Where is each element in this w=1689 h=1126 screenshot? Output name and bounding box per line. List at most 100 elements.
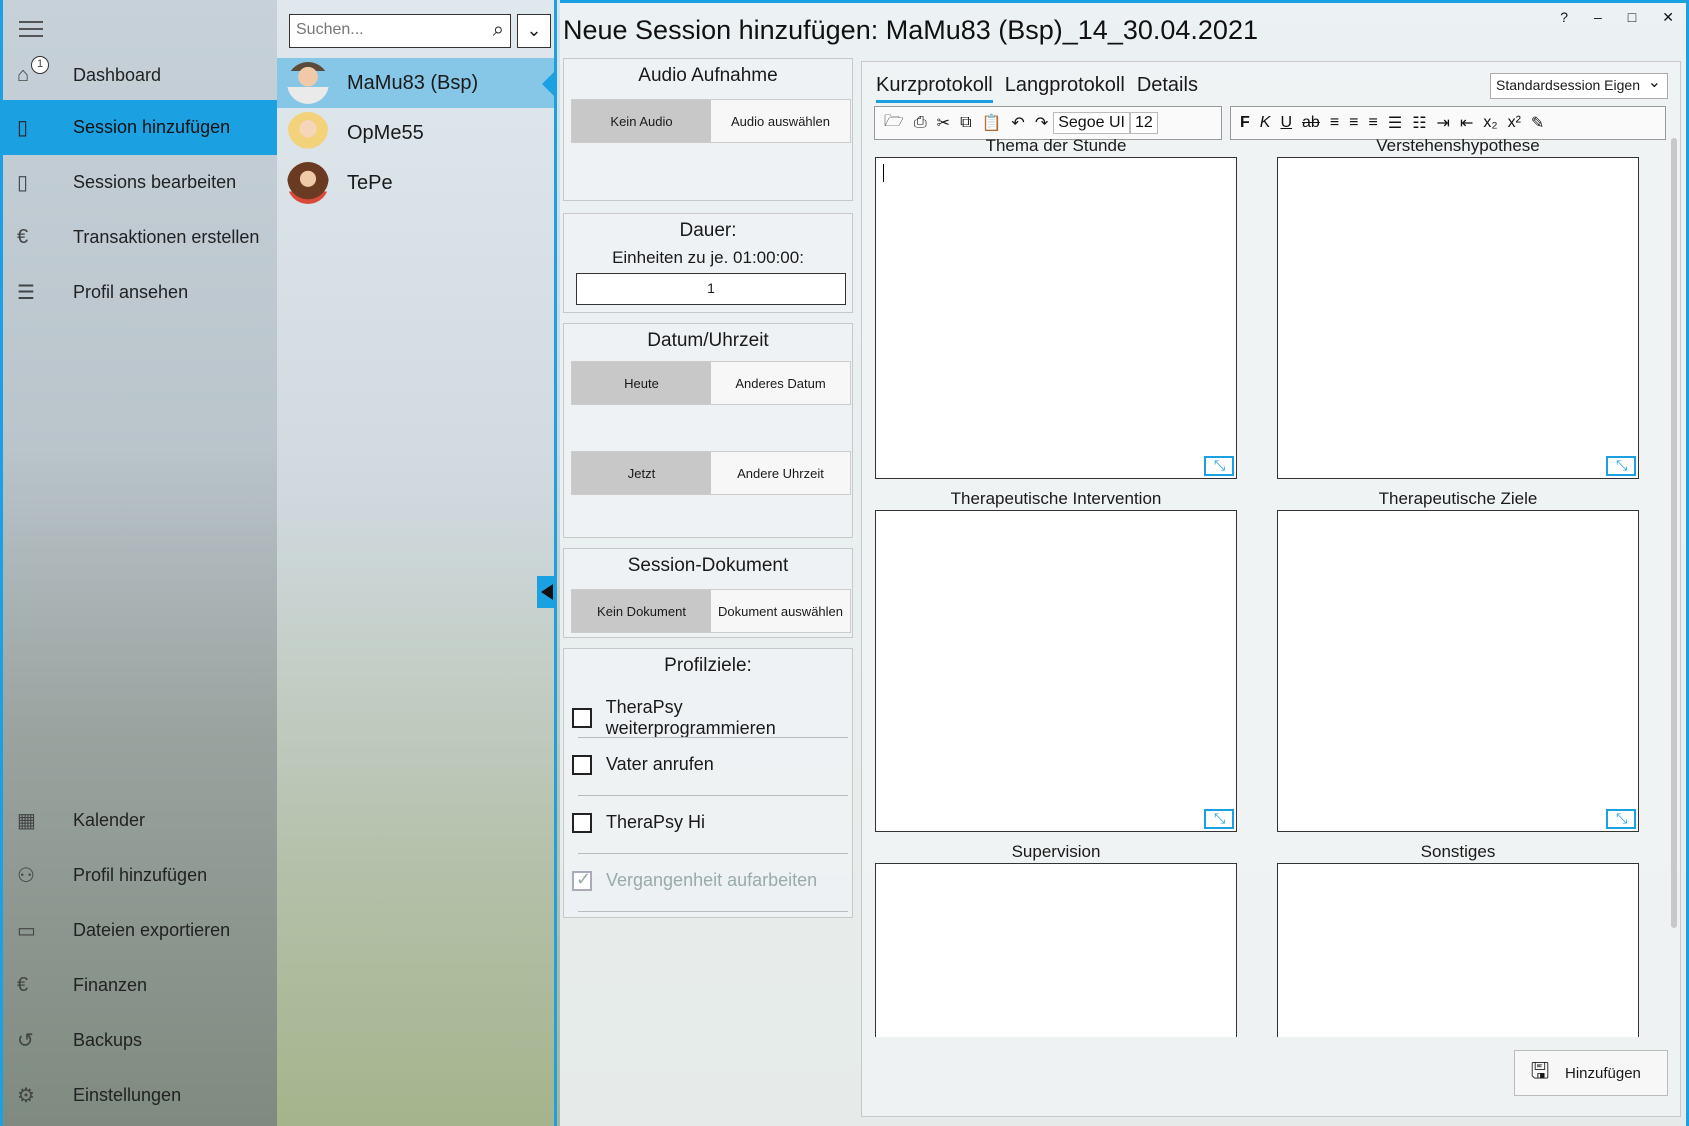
client-list-panel: Suchen... ⌕ ⌄ MaMu83 (Bsp) OpMe55 TePe bbox=[277, 0, 557, 1126]
nav-item-calendar[interactable]: ▦ Kalender bbox=[3, 793, 277, 848]
field-label-sonstiges: Sonstiges bbox=[1420, 842, 1496, 861]
format-toolbar: F K U ab ≡ ≡ ≡ ☰ ☷ ⇥ ⇤ x₂ x² ✎ bbox=[1230, 106, 1666, 140]
other-time-button[interactable]: Andere Uhrzeit bbox=[711, 452, 850, 494]
align-center-icon[interactable]: ≡ bbox=[1344, 114, 1363, 132]
underline-button[interactable]: U bbox=[1275, 114, 1297, 132]
tab-details[interactable]: Details bbox=[1137, 74, 1198, 103]
nav-item-label: Profil ansehen bbox=[73, 282, 189, 302]
select-audio-button[interactable]: Audio auswählen bbox=[711, 100, 850, 142]
client-item-tepe[interactable]: TePe bbox=[277, 158, 554, 208]
print-icon[interactable]: ⎙ bbox=[909, 114, 932, 132]
highlight-icon[interactable]: ✎ bbox=[1526, 113, 1549, 133]
expand-icon[interactable] bbox=[1606, 809, 1636, 829]
person-list-icon: ☰ bbox=[17, 282, 35, 304]
undo-icon[interactable]: ↶ bbox=[1006, 113, 1029, 133]
main-content: Neue Session hinzufügen: MaMu83 (Bsp)_14… bbox=[560, 0, 1689, 1126]
tab-kurzprotokoll[interactable]: Kurzprotokoll bbox=[876, 74, 993, 103]
nav-item-backups[interactable]: ↺ Backups bbox=[3, 1013, 277, 1068]
expand-icon[interactable] bbox=[1606, 456, 1636, 476]
goal-checkbox[interactable]: TheraPsy Hi bbox=[572, 812, 705, 833]
subscript-icon[interactable]: x₂ bbox=[1478, 114, 1502, 132]
audio-panel: Audio Aufnahme Kein Audio Audio auswähle… bbox=[563, 58, 853, 201]
save-icon: 🖫 bbox=[1530, 1058, 1550, 1083]
field-thema[interactable] bbox=[875, 157, 1237, 479]
side-navigation: ⌂ 1 Dashboard ▯ Session hinzufügen ▯ Sess… bbox=[0, 0, 277, 1126]
nav-item-transactions[interactable]: € Transaktionen erstellen bbox=[3, 210, 277, 265]
gear-icon: ⚙ bbox=[17, 1085, 35, 1107]
goal-checkbox[interactable]: Vergangenheit aufarbeiten bbox=[572, 869, 817, 891]
duration-input[interactable]: 1 bbox=[576, 273, 846, 305]
indent-icon[interactable]: ⇥ bbox=[1432, 113, 1455, 133]
chevron-down-icon[interactable]: ⌄ bbox=[517, 14, 551, 48]
nav-item-profile-add[interactable]: ⚇ Profil hinzufügen bbox=[3, 848, 277, 903]
client-item-mamu83[interactable]: MaMu83 (Bsp) bbox=[277, 58, 554, 108]
goal-label: Vater anrufen bbox=[606, 754, 714, 774]
client-item-opme55[interactable]: OpMe55 bbox=[277, 108, 554, 158]
outdent-icon[interactable]: ⇤ bbox=[1455, 113, 1478, 133]
document-add-icon: ▯ bbox=[17, 117, 29, 139]
field-verstehenshypothese[interactable] bbox=[1277, 157, 1639, 479]
goal-checkbox[interactable]: Vater anrufen bbox=[572, 754, 714, 775]
strikethrough-button[interactable]: ab bbox=[1297, 114, 1325, 132]
font-family-select[interactable]: Segoe UI bbox=[1053, 112, 1130, 134]
home-icon: ⌂ 1 bbox=[3, 56, 73, 87]
template-select[interactable]: Standardsession Eigen bbox=[1490, 72, 1668, 99]
minimize-button[interactable]: – bbox=[1594, 9, 1602, 26]
export-icon: ▭ bbox=[17, 920, 36, 942]
search-input[interactable]: Suchen... ⌕ bbox=[289, 14, 511, 48]
copy-icon[interactable]: ⧉ bbox=[955, 114, 976, 132]
nav-item-dashboard[interactable]: ⌂ 1 Dashboard bbox=[3, 48, 277, 103]
calendar-icon: ▦ bbox=[17, 810, 36, 832]
field-sonstiges[interactable] bbox=[1277, 863, 1639, 1037]
people-icon: ⚇ bbox=[17, 865, 35, 887]
goal-checkbox[interactable]: TheraPsy weiterprogrammieren bbox=[572, 697, 852, 739]
collapse-panel-icon[interactable] bbox=[537, 576, 557, 608]
hamburger-menu-icon[interactable] bbox=[17, 16, 45, 40]
tab-langprotokoll[interactable]: Langprotokoll bbox=[1005, 74, 1125, 103]
superscript-icon[interactable]: x² bbox=[1503, 114, 1526, 132]
help-button[interactable]: ? bbox=[1560, 9, 1568, 26]
field-ziele[interactable] bbox=[1277, 510, 1639, 832]
add-button[interactable]: 🖫 Hinzufügen bbox=[1514, 1050, 1668, 1096]
italic-button[interactable]: K bbox=[1255, 114, 1276, 132]
nav-item-session-add[interactable]: ▯ Session hinzufügen bbox=[3, 100, 277, 155]
paste-icon[interactable]: 📋 bbox=[977, 113, 1007, 133]
now-button[interactable]: Jetzt bbox=[572, 452, 711, 494]
nav-item-sessions-edit[interactable]: ▯ Sessions bearbeiten bbox=[3, 155, 277, 210]
datetime-title: Datum/Uhrzeit bbox=[647, 330, 769, 351]
search-icon[interactable]: ⌕ bbox=[493, 19, 504, 42]
nav-item-label: Finanzen bbox=[73, 975, 148, 995]
nav-item-settings[interactable]: ⚙ Einstellungen bbox=[3, 1068, 277, 1123]
field-supervision[interactable] bbox=[875, 863, 1237, 1037]
divider bbox=[578, 737, 848, 738]
goal-label: TheraPsy Hi bbox=[606, 812, 706, 832]
open-folder-icon[interactable]: 🗁 bbox=[879, 110, 909, 137]
nav-item-export[interactable]: ▭ Dateien exportieren bbox=[3, 903, 277, 958]
numbered-list-icon[interactable]: ☷ bbox=[1407, 113, 1431, 133]
field-label-ziele: Therapeutische Ziele bbox=[1378, 489, 1538, 508]
today-button[interactable]: Heute bbox=[572, 362, 711, 404]
close-button[interactable]: ✕ bbox=[1662, 9, 1674, 26]
divider bbox=[578, 853, 848, 854]
bullet-list-icon[interactable]: ☰ bbox=[1383, 113, 1407, 133]
expand-icon[interactable] bbox=[1204, 456, 1234, 476]
other-date-button[interactable]: Anderes Datum bbox=[711, 362, 850, 404]
nav-item-label: Session hinzufügen bbox=[73, 117, 231, 137]
font-size-select[interactable]: 12 bbox=[1129, 112, 1158, 134]
no-document-button[interactable]: Kein Dokument bbox=[572, 590, 711, 632]
align-right-icon[interactable]: ≡ bbox=[1364, 114, 1383, 132]
duration-subtitle: Einheiten zu je. 01:00:00: bbox=[612, 248, 804, 267]
maximize-button[interactable]: □ bbox=[1628, 9, 1636, 26]
no-audio-button[interactable]: Kein Audio bbox=[572, 100, 711, 142]
nav-item-profile-view[interactable]: ☰ Profil ansehen bbox=[3, 265, 277, 320]
nav-item-label: Profil hinzufügen bbox=[73, 865, 208, 885]
field-intervention[interactable] bbox=[875, 510, 1237, 832]
expand-icon[interactable] bbox=[1204, 809, 1234, 829]
redo-icon[interactable]: ↷ bbox=[1030, 113, 1053, 133]
bold-button[interactable]: F bbox=[1235, 114, 1255, 132]
select-document-button[interactable]: Dokument auswählen bbox=[711, 590, 850, 632]
scrollbar[interactable] bbox=[1671, 138, 1677, 928]
align-left-icon[interactable]: ≡ bbox=[1325, 114, 1344, 132]
nav-item-finance[interactable]: € Finanzen bbox=[3, 958, 277, 1013]
cut-icon[interactable]: ✂ bbox=[932, 113, 955, 133]
